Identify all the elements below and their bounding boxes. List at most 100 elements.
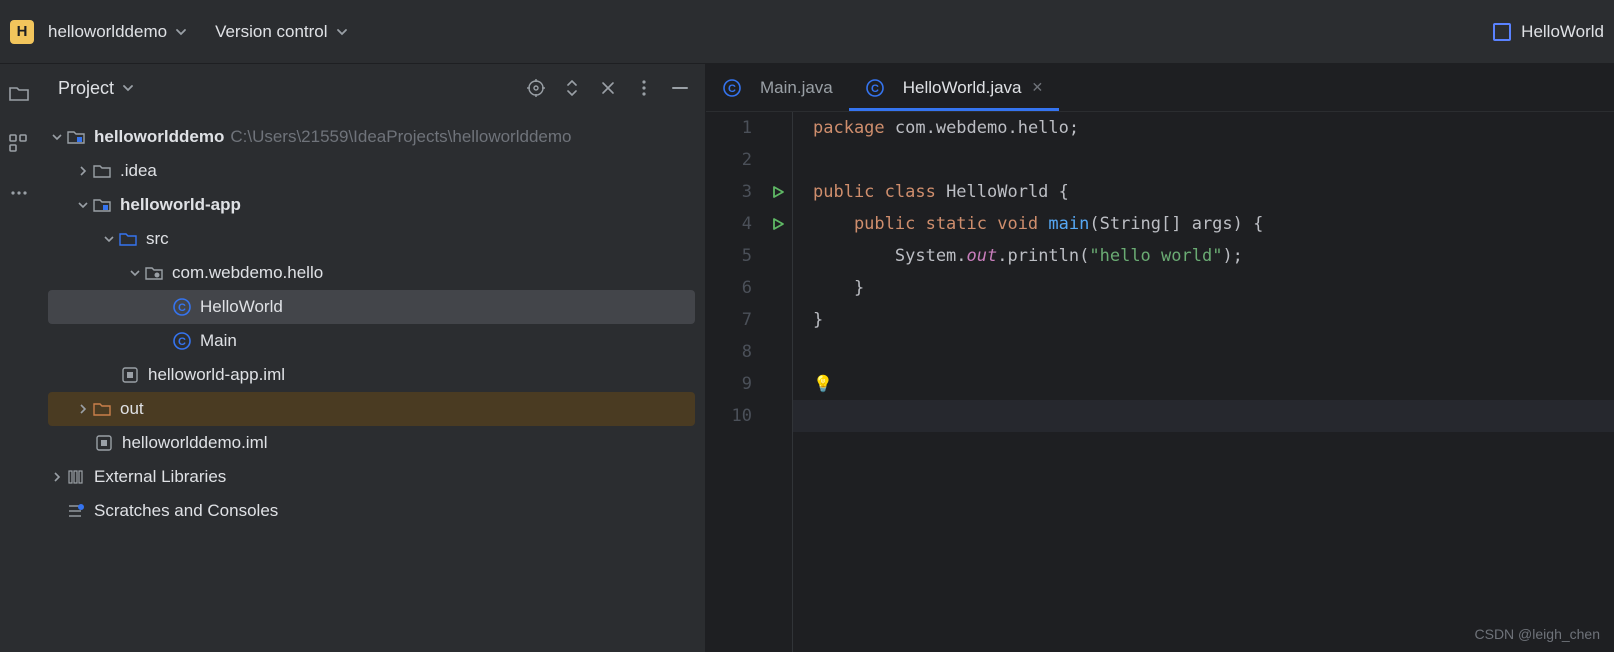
line-number: 10	[706, 400, 752, 432]
project-view-dropdown[interactable]: Project	[58, 78, 134, 99]
chevron-down-icon	[175, 26, 187, 38]
code-token: System.	[813, 246, 967, 266]
line-number: 2	[706, 144, 752, 176]
line-number: 1	[706, 112, 752, 144]
line-number: 6	[706, 272, 752, 304]
tree-label: helloworld-app	[120, 195, 241, 215]
run-gutter-icon[interactable]	[764, 176, 792, 208]
class-icon: C	[722, 78, 742, 98]
select-opened-file-icon[interactable]	[527, 79, 545, 97]
run-config-icon	[1493, 23, 1511, 41]
tab-label: HelloWorld.java	[903, 78, 1022, 98]
class-icon: C	[172, 297, 192, 317]
tree-scratches[interactable]: Scratches and Consoles	[48, 494, 695, 528]
chevron-down-icon	[126, 268, 144, 278]
chevron-right-icon	[48, 472, 66, 482]
code-token: (String[] args) {	[1089, 214, 1263, 234]
excluded-folder-icon	[92, 399, 112, 419]
code-token: HelloWorld {	[936, 182, 1069, 202]
iml-file-icon	[94, 433, 114, 453]
collapse-all-icon[interactable]	[599, 79, 617, 97]
iml-file-icon	[120, 365, 140, 385]
close-icon[interactable]: ✕	[1032, 79, 1044, 96]
code-token: }	[813, 278, 864, 298]
code-token: package	[813, 118, 885, 138]
project-tree[interactable]: helloworlddemo C:\Users\21559\IdeaProjec…	[38, 112, 705, 536]
code-content[interactable]: package com.webdemo.hello; public class …	[792, 112, 1614, 652]
tree-idea-folder[interactable]: .idea	[48, 154, 695, 188]
code-token: main	[1038, 214, 1089, 234]
code-token: .println(	[997, 246, 1089, 266]
scratches-icon	[66, 501, 86, 521]
tree-app-module[interactable]: helloworld-app	[48, 188, 695, 222]
chevron-down-icon	[100, 234, 118, 244]
tab-label: Main.java	[760, 78, 833, 98]
project-name-label: helloworlddemo	[48, 22, 167, 42]
tree-label: External Libraries	[94, 467, 226, 487]
tree-label: HelloWorld	[200, 297, 283, 317]
tab-helloworld-java[interactable]: C HelloWorld.java ✕	[849, 64, 1059, 111]
tree-path: C:\Users\21559\IdeaProjects\helloworldde…	[230, 127, 571, 147]
project-badge: H	[10, 20, 34, 44]
editor: C Main.java C HelloWorld.java ✕ 1 2 3 4 …	[706, 64, 1614, 652]
options-icon[interactable]	[635, 79, 653, 97]
library-icon	[66, 467, 86, 487]
tree-label: Main	[200, 331, 237, 351]
tab-main-java[interactable]: C Main.java	[706, 64, 849, 111]
tree-label: Scratches and Consoles	[94, 501, 278, 521]
tree-root[interactable]: helloworlddemo C:\Users\21559\IdeaProjec…	[48, 120, 695, 154]
package-icon	[144, 263, 164, 283]
structure-toolwindow-icon[interactable]	[8, 132, 30, 154]
tree-out-folder[interactable]: out	[48, 392, 695, 426]
vcs-label: Version control	[215, 22, 327, 42]
watermark: CSDN @leigh_chen	[1475, 626, 1601, 642]
code-token: );	[1222, 246, 1242, 266]
code-token: com.webdemo.hello;	[885, 118, 1079, 138]
icon-gutter	[764, 112, 792, 652]
chevron-down-icon	[48, 132, 66, 142]
svg-text:C: C	[871, 83, 879, 95]
editor-tabs: C Main.java C HelloWorld.java ✕	[706, 64, 1614, 112]
code-area[interactable]: 1 2 3 4 5 6 7 8 9 10	[706, 112, 1614, 652]
svg-text:C: C	[178, 336, 186, 348]
svg-text:C: C	[728, 83, 736, 95]
tree-app-iml[interactable]: helloworld-app.iml	[48, 358, 695, 392]
vcs-dropdown[interactable]: Version control	[215, 22, 347, 42]
project-sidebar: Project helloworlddemo C:\Users\21559\Id…	[38, 64, 706, 652]
tree-src-folder[interactable]: src	[48, 222, 695, 256]
tree-helloworld-class[interactable]: C HelloWorld	[48, 290, 695, 324]
run-gutter-icon[interactable]	[764, 208, 792, 240]
expand-all-icon[interactable]	[563, 79, 581, 97]
tree-main-class[interactable]: C Main	[48, 324, 695, 358]
tree-label: helloworlddemo	[94, 127, 224, 147]
sidebar-title-label: Project	[58, 78, 114, 99]
line-number: 3	[706, 176, 752, 208]
code-token: "hello world"	[1089, 246, 1222, 266]
code-token: public class	[813, 182, 936, 202]
tree-label: .idea	[120, 161, 157, 181]
more-toolwindows-icon[interactable]	[8, 182, 30, 204]
hide-icon[interactable]	[671, 79, 689, 97]
tool-window-rail	[0, 64, 38, 652]
top-bar: H helloworlddemo Version control HelloWo…	[0, 0, 1614, 64]
intention-bulb-icon[interactable]: 💡	[813, 374, 833, 393]
svg-text:C: C	[178, 302, 186, 314]
tree-root-iml[interactable]: helloworlddemo.iml	[48, 426, 695, 460]
line-number-gutter: 1 2 3 4 5 6 7 8 9 10	[706, 112, 764, 652]
chevron-right-icon	[74, 404, 92, 414]
code-token: }	[813, 310, 823, 330]
class-icon: C	[865, 78, 885, 98]
project-toolwindow-icon[interactable]	[8, 82, 30, 104]
tree-external-libraries[interactable]: External Libraries	[48, 460, 695, 494]
chevron-down-icon	[74, 200, 92, 210]
project-dropdown[interactable]: helloworlddemo	[48, 22, 187, 42]
sidebar-header: Project	[38, 64, 705, 112]
tree-package[interactable]: com.webdemo.hello	[48, 256, 695, 290]
code-token: public static void	[813, 214, 1038, 234]
folder-icon	[92, 161, 112, 181]
run-config-selector[interactable]: HelloWorld	[1493, 22, 1604, 42]
line-number: 7	[706, 304, 752, 336]
tree-label: helloworld-app.iml	[148, 365, 285, 385]
line-number: 5	[706, 240, 752, 272]
class-icon: C	[172, 331, 192, 351]
